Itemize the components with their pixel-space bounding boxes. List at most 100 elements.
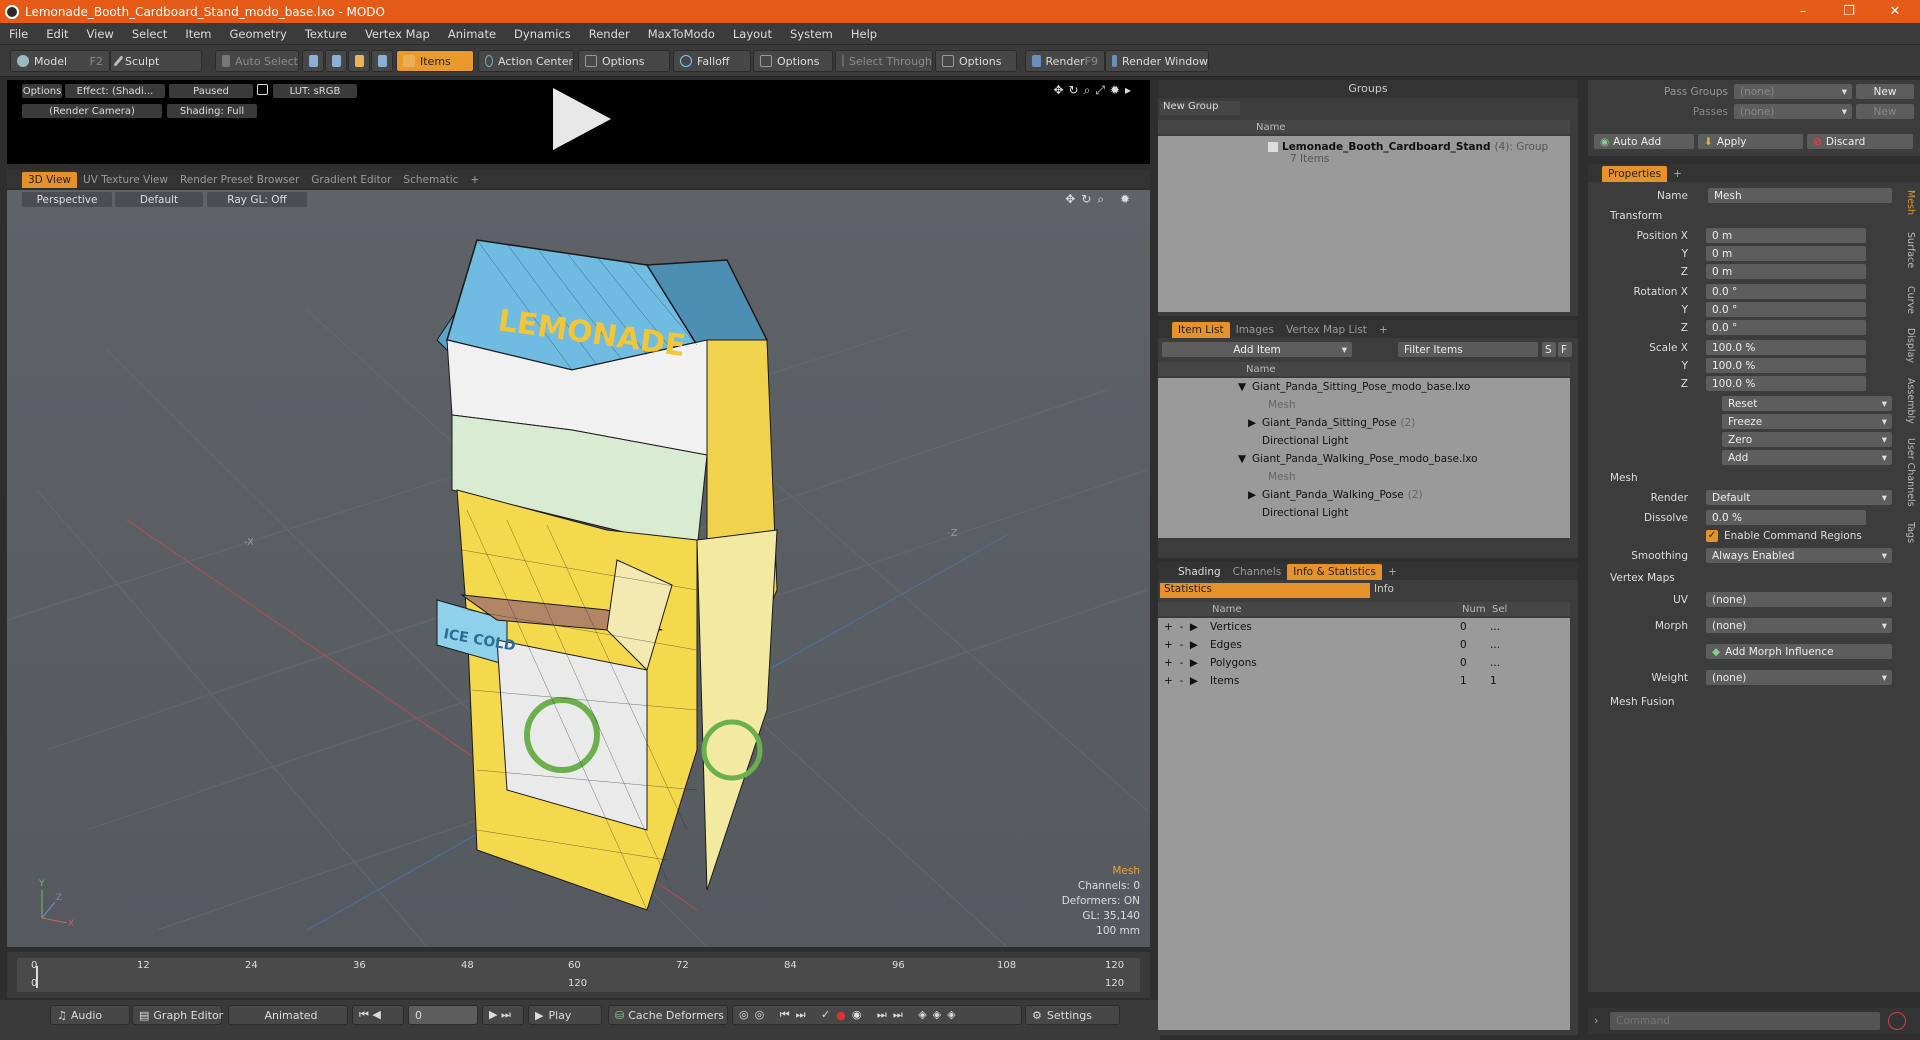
timeline-ruler[interactable]: 0 12 24 36 48 60 72 84 96 108 120 0 120 … [17,958,1140,992]
tab-shading[interactable]: Shading [1172,564,1227,580]
name-input[interactable]: Mesh [1708,188,1892,203]
transport-start-buttons[interactable]: ⏮ ◀ [352,1005,404,1025]
info-tab[interactable]: Info [1374,583,1394,595]
play-button[interactable]: ▶ Play [528,1005,602,1025]
table-row[interactable]: + - ▶ Items 1 1 [1164,672,1564,690]
render-window-button[interactable]: Render Window [1105,50,1209,72]
menu-render[interactable]: Render [580,27,639,41]
graph-editor-button[interactable]: ▤ Graph Editor [132,1005,223,1025]
menu-texture[interactable]: Texture [296,27,356,41]
settings-button[interactable]: ⚙ Settings [1025,1005,1120,1025]
menu-select[interactable]: Select [123,27,176,41]
new-pass-group-button[interactable]: New [1856,84,1914,99]
render-button[interactable]: Render F9 [1025,50,1105,72]
expand-plus-icon[interactable]: + - ▶ [1164,675,1210,687]
apply-button[interactable]: ⬇ Apply [1698,134,1803,149]
scale-x-input[interactable]: 100.0 % [1706,340,1866,355]
filter-items-input[interactable]: Filter Items [1398,342,1538,357]
auto-select-button[interactable]: Auto Select [215,50,299,72]
expand-arrow-icon[interactable]: ▼ [1238,381,1252,393]
list-item[interactable]: Mesh [1268,396,1296,414]
tab-properties[interactable]: Properties [1602,166,1668,182]
add-morph-influence-button[interactable]: ◆ Add Morph Influence [1706,644,1892,659]
playhead[interactable] [36,966,38,988]
list-item[interactable]: ▶ Giant_Panda_Walking_Pose (2) [1248,486,1423,504]
list-item[interactable]: ▼ Giant_Panda_Sitting_Pose_modo_base.lxo [1238,378,1470,396]
expand-plus-icon[interactable]: + - ▶ [1164,639,1210,651]
mesh-fusion-section[interactable]: Mesh Fusion [1610,696,1675,708]
menu-file[interactable]: File [0,27,37,41]
menu-help[interactable]: Help [842,27,886,41]
side-tab-tags[interactable]: Tags [1902,522,1916,543]
rotation-y-input[interactable]: 0.0 ° [1706,302,1866,317]
action-center-options-button[interactable]: Options [578,50,670,72]
select-through-button[interactable]: Select Through [835,50,933,72]
scale-y-input[interactable]: 100.0 % [1706,358,1866,373]
tab-vertex-map-list[interactable]: Vertex Map List [1280,322,1373,338]
add-tab-button[interactable]: + [1382,564,1403,580]
timeline[interactable]: 0 12 24 36 48 60 72 84 96 108 120 0 120 … [7,952,1150,998]
effect-dropdown[interactable]: Effect: (Shadi... [65,84,165,98]
animated-dropdown[interactable]: Animated [228,1005,348,1025]
3d-viewport[interactable]: Perspective Default Ray GL: Off ✥↻⌕ ✹ -X… [7,190,1150,947]
materials-mode-button[interactable] [371,50,393,72]
position-x-input[interactable]: 0 m [1706,228,1866,243]
uv-dropdown[interactable]: (none) [1706,592,1892,607]
frame-input[interactable]: 0 [408,1005,478,1025]
mesh-section[interactable]: Mesh [1610,472,1638,484]
render-dropdown[interactable]: Default [1706,490,1892,505]
audio-button[interactable]: ♫ Audio [50,1005,130,1025]
maximize-button[interactable]: ❐ [1826,0,1872,23]
menu-item[interactable]: Item [176,27,220,41]
filter-s-button[interactable]: S [1542,342,1556,357]
menu-animate[interactable]: Animate [439,27,505,41]
groups-list[interactable]: Lemonade_Booth_Cardboard_Stand (4) : Gro… [1158,136,1570,312]
tab-info-statistics[interactable]: Info & Statistics [1287,564,1382,580]
polygons-mode-button[interactable] [348,50,370,72]
play-icon[interactable] [545,84,615,154]
close-button[interactable]: ✕ [1872,0,1918,23]
command-input[interactable] [1610,1012,1880,1030]
table-row[interactable]: + - ▶ Polygons 0... [1164,654,1564,672]
transport-end-buttons[interactable]: ▶ ⏭ [482,1005,524,1025]
falloff-button[interactable]: Falloff [673,50,751,72]
side-tab-surface[interactable]: Surface [1902,232,1916,268]
enable-command-regions-checkbox[interactable]: ✓ [1706,530,1718,542]
expand-plus-icon[interactable]: + - ▶ [1164,657,1210,669]
tab-3d-view[interactable]: 3D View [22,172,78,188]
lut-dropdown[interactable]: LUT: sRGB [273,84,357,98]
paused-button[interactable]: Paused [169,84,253,98]
expand-arrow-icon[interactable]: ▼ [1238,453,1252,465]
shading-dropdown[interactable]: Shading: Full [167,104,257,118]
smoothing-dropdown[interactable]: Always Enabled [1706,548,1892,563]
freeze-dropdown[interactable]: Freeze [1722,414,1892,429]
menu-edit[interactable]: Edit [37,27,77,41]
expand-plus-icon[interactable]: + - ▶ [1164,621,1210,633]
expand-arrow-icon[interactable]: ▶ [1248,417,1262,429]
render-camera-dropdown[interactable]: (Render Camera) [22,104,162,118]
filter-f-button[interactable]: F [1558,342,1572,357]
preview-options-button[interactable]: Options [22,84,62,98]
list-item[interactable]: ▼ Giant_Panda_Walking_Pose_modo_base.lxo [1238,450,1478,468]
side-tab-display[interactable]: Display [1902,328,1916,363]
sculpt-mode-button[interactable]: Sculpt [110,50,202,72]
reset-dropdown[interactable]: Reset [1722,396,1892,411]
weight-dropdown[interactable]: (none) [1706,670,1892,685]
pass-groups-dropdown[interactable]: (none) [1734,84,1852,99]
morph-dropdown[interactable]: (none) [1706,618,1892,633]
position-y-input[interactable]: 0 m [1706,246,1866,261]
add-tab-button[interactable]: + [1667,166,1688,182]
side-tab-user-channels[interactable]: User Channels [1902,438,1916,507]
command-history-icon[interactable] [1888,1012,1906,1030]
side-tab-mesh[interactable]: Mesh [1902,190,1916,215]
tab-gradient-editor[interactable]: Gradient Editor [305,172,397,188]
zero-dropdown[interactable]: Zero [1722,432,1892,447]
add-item-dropdown[interactable]: Add Item [1162,342,1352,357]
new-pass-button[interactable]: New [1856,104,1914,119]
action-center-button[interactable]: Action Center [478,50,574,72]
add-tab-button[interactable]: + [464,172,485,188]
vertex-maps-section[interactable]: Vertex Maps [1610,572,1675,584]
list-item[interactable]: Directional Light [1262,432,1348,450]
items-mode-button[interactable]: Items [396,50,474,72]
menu-vertex-map[interactable]: Vertex Map [356,27,439,41]
